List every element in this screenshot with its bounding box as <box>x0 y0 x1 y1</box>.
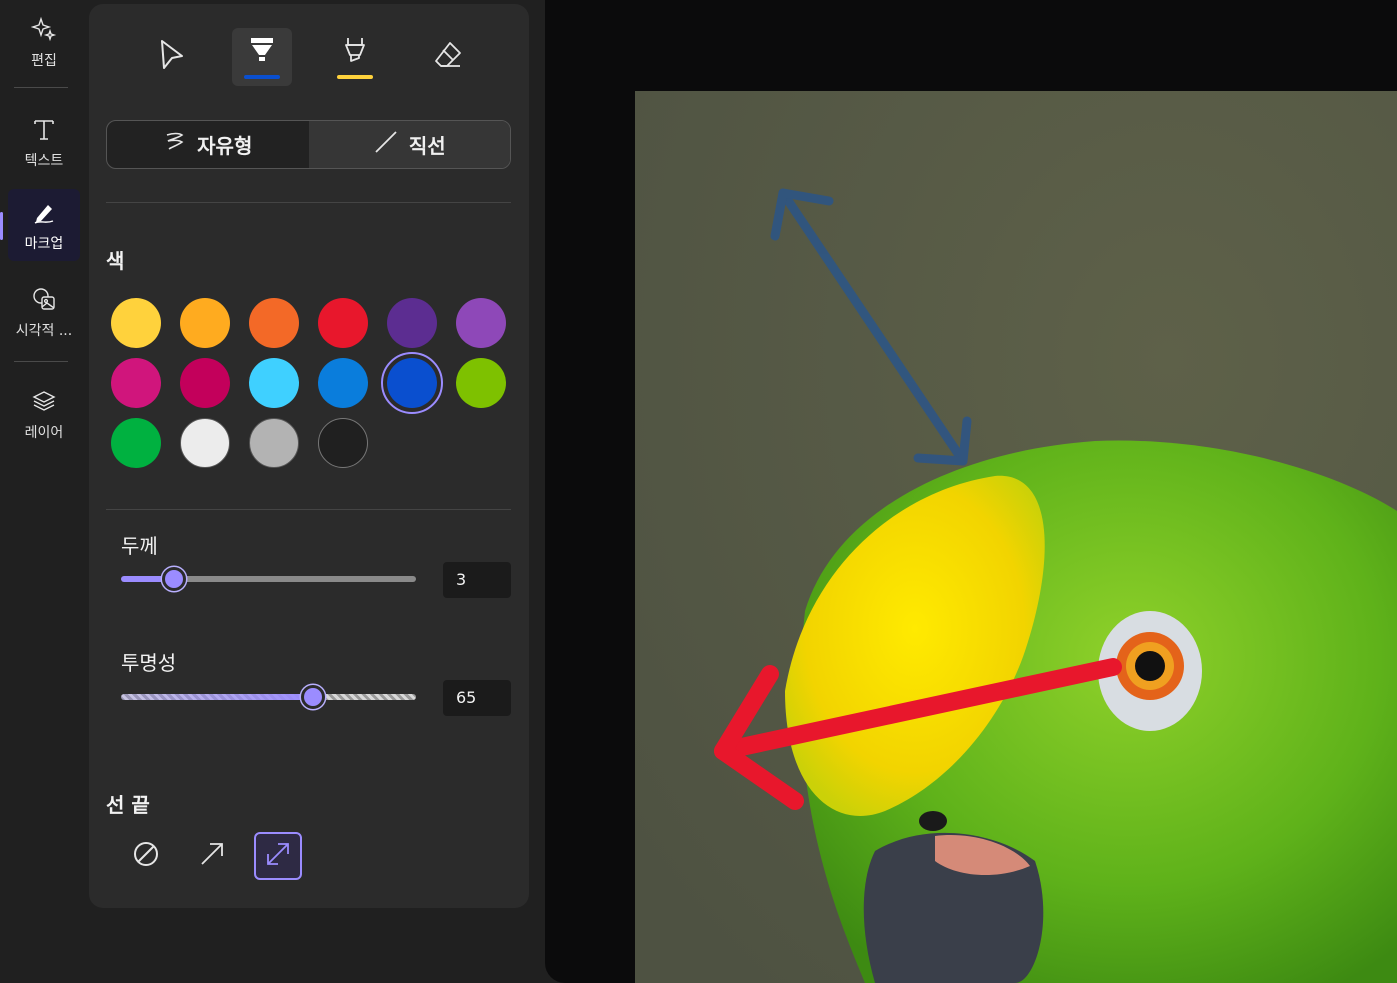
opacity-slider[interactable] <box>121 694 416 700</box>
pen-tool-button[interactable] <box>232 28 292 86</box>
freeform-label: 자유형 <box>197 134 253 158</box>
color-swatch[interactable] <box>318 418 368 468</box>
color-swatch[interactable] <box>456 298 506 348</box>
thickness-label: 두께 <box>121 534 158 558</box>
double-arrow-icon <box>264 840 292 872</box>
opacity-value-input[interactable]: 65 <box>443 680 511 716</box>
rail-label-visual: 시각적 ... <box>15 323 73 339</box>
line-mode-button[interactable]: 직선 <box>308 121 510 168</box>
line-end-arrow-button[interactable] <box>188 832 236 880</box>
left-rail: 편집 텍스트 마크업 시각적 ... 레이어 <box>0 0 88 983</box>
eraser-icon <box>432 39 464 75</box>
opacity-slider-thumb[interactable] <box>300 685 325 709</box>
layers-icon <box>31 388 57 418</box>
markup-panel: 자유형 직선 색 두께 3 투명성 65 선 끝 <box>89 4 529 908</box>
none-icon <box>132 840 160 872</box>
color-swatch[interactable] <box>318 298 368 348</box>
color-swatch[interactable] <box>249 298 299 348</box>
divider <box>106 509 511 510</box>
color-swatch[interactable] <box>249 358 299 408</box>
freeform-mode-button[interactable]: 자유형 <box>107 121 309 168</box>
rail-active-indicator <box>0 212 3 240</box>
color-swatch[interactable] <box>318 358 368 408</box>
highlighter-tool-button[interactable] <box>325 28 385 86</box>
pointer-icon <box>156 38 186 76</box>
color-swatch[interactable] <box>180 298 230 348</box>
rail-label-text: 텍스트 <box>24 153 64 169</box>
rail-item-edit[interactable]: 편집 <box>8 6 80 78</box>
line-end-none-button[interactable] <box>122 832 170 880</box>
select-tool-button[interactable] <box>141 28 201 86</box>
color-swatch[interactable] <box>381 352 443 414</box>
freeform-icon <box>163 130 187 159</box>
color-swatch[interactable] <box>111 298 161 348</box>
color-swatch[interactable] <box>387 298 437 348</box>
rail-item-visual[interactable]: 시각적 ... <box>8 276 80 348</box>
highlighter-icon <box>340 35 370 69</box>
pen-color-bar <box>244 75 280 79</box>
sparkle-icon <box>30 16 57 46</box>
opacity-label: 투명성 <box>121 651 177 675</box>
color-swatch[interactable] <box>180 418 230 468</box>
rail-divider <box>14 87 68 88</box>
line-end-section-title: 선 끝 <box>106 793 150 817</box>
arrow-up-right-icon <box>198 840 226 872</box>
pen-icon <box>31 199 57 229</box>
rail-label-edit: 편집 <box>31 53 57 69</box>
text-icon <box>31 116 57 146</box>
rail-item-text[interactable]: 텍스트 <box>8 106 80 178</box>
line-icon <box>373 129 399 160</box>
rail-label-markup: 마크업 <box>24 236 64 252</box>
photo-parrot[interactable] <box>635 91 1397 983</box>
line-end-double-arrow-button[interactable] <box>254 832 302 880</box>
parrot-nostril <box>919 811 947 831</box>
thickness-value-input[interactable]: 3 <box>443 562 511 598</box>
divider <box>106 202 511 203</box>
visual-icon <box>31 286 57 316</box>
line-label: 직선 <box>408 134 446 158</box>
eraser-tool-button[interactable] <box>418 28 478 86</box>
color-swatch[interactable] <box>249 418 299 468</box>
rail-item-markup[interactable]: 마크업 <box>8 189 80 261</box>
color-swatch[interactable] <box>111 418 161 468</box>
thickness-slider-thumb[interactable] <box>162 567 187 591</box>
highlighter-color-bar <box>337 75 373 79</box>
color-swatch[interactable] <box>111 358 161 408</box>
color-section-title: 색 <box>106 249 125 273</box>
rail-item-layers[interactable]: 레이어 <box>8 378 80 450</box>
color-swatch[interactable] <box>180 358 230 408</box>
rail-label-layers: 레이어 <box>24 425 64 441</box>
pen-tip-icon <box>247 35 277 69</box>
stroke-mode-toggle: 자유형 직선 <box>106 120 511 169</box>
color-swatch[interactable] <box>456 358 506 408</box>
parrot-pupil <box>1135 651 1165 681</box>
rail-divider <box>14 361 68 362</box>
